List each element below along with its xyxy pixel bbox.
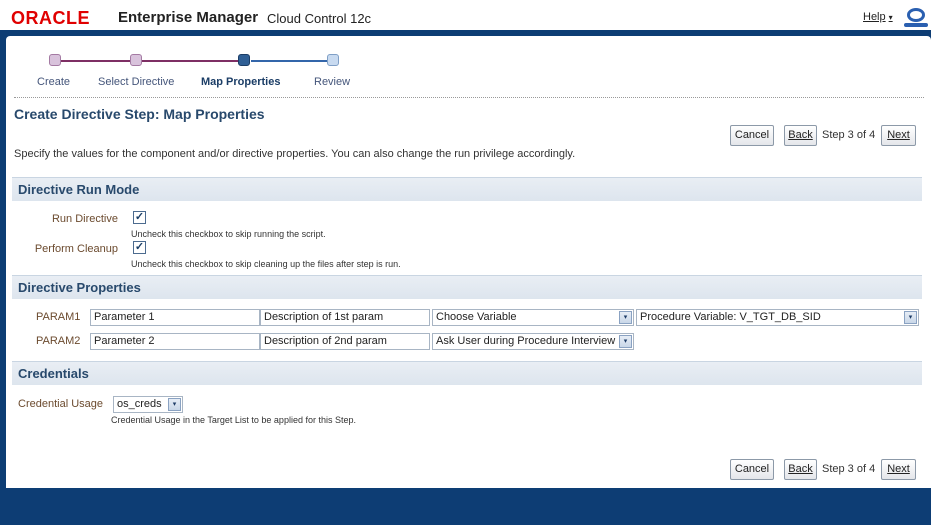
train-stop-map-properties	[238, 54, 250, 66]
chevron-down-icon: ▾	[168, 398, 181, 411]
cancel-button[interactable]: Cancel	[730, 125, 774, 146]
chevron-down-icon: ▾	[888, 13, 893, 22]
page-description: Specify the values for the component and…	[14, 148, 576, 160]
perform-cleanup-label: Perform Cleanup	[34, 243, 118, 255]
param-description-field[interactable]: Description of 2nd param	[260, 333, 430, 350]
param-source-select[interactable]: Choose Variable ▾	[432, 309, 634, 326]
page-title: Create Directive Step: Map Properties	[14, 106, 265, 122]
perform-cleanup-checkbox[interactable]: ✓	[133, 241, 146, 254]
train-stop-select-directive[interactable]	[130, 54, 142, 66]
train-stop-create[interactable]	[49, 54, 61, 66]
train-label-create[interactable]: Create	[37, 76, 70, 88]
credential-usage-hint: Credential Usage in the Target List to b…	[111, 415, 356, 425]
train-label-select-directive[interactable]: Select Directive	[98, 76, 174, 88]
back-button[interactable]: Back	[784, 125, 817, 146]
back-button[interactable]: Back	[784, 459, 817, 480]
section-credentials: Credentials	[12, 361, 922, 385]
train-label-map-properties: Map Properties	[201, 76, 281, 88]
run-directive-checkbox[interactable]: ✓	[133, 211, 146, 224]
product-title: Enterprise Manager	[118, 9, 259, 26]
section-title: Directive Run Mode	[18, 182, 140, 197]
divider	[14, 97, 924, 98]
next-button-label: Next	[887, 129, 910, 141]
chevron-down-icon: ▾	[619, 335, 632, 348]
credential-usage-select[interactable]: os_creds ▾	[113, 396, 183, 413]
chevron-down-icon: ▾	[904, 311, 917, 324]
param-label: PARAM2	[36, 335, 81, 347]
cancel-button-label: Cancel	[734, 463, 770, 475]
param-name-field[interactable]: Parameter 2	[90, 333, 260, 350]
app-header: ORACLE Enterprise Manager Cloud Control …	[0, 0, 931, 34]
credential-usage-label: Credential Usage	[18, 398, 103, 410]
chevron-down-icon: ▾	[619, 311, 632, 324]
next-button-label: Next	[887, 463, 910, 475]
param-label: PARAM1	[36, 311, 81, 323]
cancel-button-label: Cancel	[734, 129, 770, 141]
train-label-review: Review	[314, 76, 351, 88]
main-content: Create Select Directive Map Properties R…	[6, 36, 931, 488]
step-indicator: Step 3 of 4	[822, 463, 876, 475]
product-edition: Cloud Control 12c	[267, 11, 372, 26]
section-title: Credentials	[18, 366, 89, 381]
section-run-mode: Directive Run Mode	[12, 177, 922, 201]
param-name-field[interactable]: Parameter 1	[90, 309, 260, 326]
help-menu-label: Help	[863, 11, 886, 23]
run-directive-hint: Uncheck this checkbox to skip running th…	[131, 229, 326, 239]
cancel-button[interactable]: Cancel	[730, 459, 774, 480]
section-directive-properties: Directive Properties	[12, 275, 922, 299]
credential-usage-value: os_creds	[117, 398, 162, 410]
oracle-o-icon-base	[904, 23, 928, 27]
oracle-logo: ORACLE	[11, 8, 90, 28]
back-button-label: Back	[788, 129, 813, 141]
train-stop-review	[327, 54, 339, 66]
param-source-value: Choose Variable	[436, 311, 517, 323]
next-button[interactable]: Next	[881, 459, 916, 480]
param-source-select[interactable]: Ask User during Procedure Interview ▾	[432, 333, 634, 350]
train-connector	[141, 60, 244, 62]
step-indicator: Step 3 of 4	[822, 129, 876, 141]
run-directive-label: Run Directive	[51, 213, 118, 225]
param-value-select[interactable]: Procedure Variable: V_TGT_DB_SID ▾	[636, 309, 919, 326]
param-description-field[interactable]: Description of 1st param	[260, 309, 430, 326]
next-button[interactable]: Next	[881, 125, 916, 146]
back-button-label: Back	[788, 463, 813, 475]
train-connector	[61, 60, 134, 62]
perform-cleanup-hint: Uncheck this checkbox to skip cleaning u…	[131, 259, 401, 269]
section-title: Directive Properties	[18, 280, 141, 295]
param-value-value: Procedure Variable: V_TGT_DB_SID	[640, 311, 821, 323]
param-source-value: Ask User during Procedure Interview	[436, 335, 616, 347]
train-connector	[251, 60, 334, 62]
oracle-o-icon	[907, 8, 925, 22]
help-menu[interactable]: Help ▾	[863, 11, 893, 23]
